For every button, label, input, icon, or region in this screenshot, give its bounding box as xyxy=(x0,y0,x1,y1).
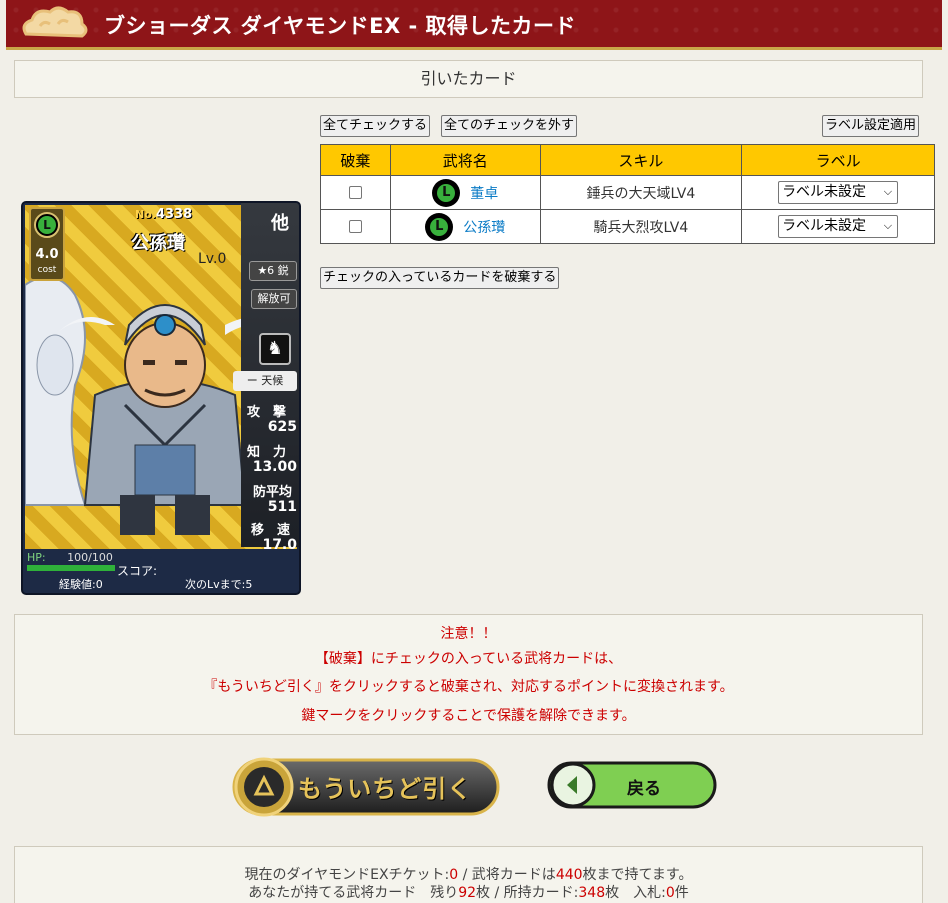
capacity-label: / 武将カードは xyxy=(458,867,556,883)
stat-attack-label: 攻 撃 xyxy=(247,405,287,420)
discard-checked-button[interactable]: チェックの入っているカードを破棄する xyxy=(320,267,560,289)
uncheck-all-button[interactable]: 全てのチェックを外す xyxy=(441,115,578,137)
label-cell: ラベル未設定 ⌵ xyxy=(741,175,935,210)
card-cost-label: cost xyxy=(37,265,57,275)
card-cost: 4.0 xyxy=(35,247,59,262)
stat-speed-label: 移 速 xyxy=(251,523,291,538)
notice-line-3: 鍵マークをクリックすることで保護を解除できます。 xyxy=(301,708,636,724)
skill-cell: 錘兵の大天域LV4 xyxy=(539,175,743,210)
rarity-l-icon: L xyxy=(425,212,454,241)
label-select-value: ラベル未設定 xyxy=(782,184,867,200)
draw-again-button[interactable]: もういちど引く xyxy=(232,756,500,818)
card-score: スコア: xyxy=(117,564,158,578)
bids-label: 枚 入札: xyxy=(605,885,666,901)
header-bar: ブショーダス ダイヤモンドEX - 取得したカード xyxy=(6,0,942,50)
rarity-letter: L xyxy=(437,183,456,202)
header-banner: ブショーダス ダイヤモンドEX - 取得したカード xyxy=(0,0,948,52)
section-title: 引いたカード xyxy=(420,69,517,88)
owned-count: 348 xyxy=(578,885,606,901)
stat-speed-value: 17.0 xyxy=(262,537,297,553)
discard-cell xyxy=(320,209,391,244)
chevron-down-icon: ⌵ xyxy=(883,185,893,198)
label-select-value: ラベル未設定 xyxy=(782,218,867,234)
card-release-badge: 解放可 xyxy=(251,289,297,309)
general-card-image[interactable]: L 4.0 cost No.4338 公孫瓚 Lv.0 他 ★6 鋭 解放可 ♞… xyxy=(21,201,301,595)
draw-again-label: もういちど引く xyxy=(298,775,473,803)
general-name-link[interactable]: 公孫瓚 xyxy=(463,220,505,236)
footer-line-2: あなたが持てる武将カード 残り92枚 / 所持カード:348枚 入札:0件 xyxy=(14,882,923,902)
general-cell: L 公孫瓚 xyxy=(389,209,541,244)
column-header-discard: 破棄 xyxy=(320,144,391,176)
notice-title: 注意！！ xyxy=(440,626,497,642)
discard-checkbox[interactable] xyxy=(348,220,362,233)
notice-line-2: 『もういちど引く』をクリックすると破棄され、対応するポイントに変換されます。 xyxy=(203,679,734,695)
page-title: ブショーダス ダイヤモンドEX - 取得したカード xyxy=(104,14,577,38)
ticket-count: 0 xyxy=(449,867,459,883)
card-number-value: 4338 xyxy=(155,207,193,222)
general-name-link[interactable]: 董卓 xyxy=(470,186,498,202)
card-trait: ー 天候 xyxy=(233,371,297,391)
card-name: 公孫瓚 xyxy=(131,233,185,254)
card-exp: 経験値:0 xyxy=(59,578,103,591)
bids-suffix: 件 xyxy=(674,885,689,901)
capacity-count: 440 xyxy=(555,867,583,883)
card-faction: 他 xyxy=(271,213,289,234)
stat-defense-label: 防平均 xyxy=(253,485,293,500)
card-number-prefix: No. xyxy=(135,208,156,221)
skill-cell: 騎兵大烈攻LV4 xyxy=(539,209,743,244)
stat-attack-value: 625 xyxy=(267,419,297,435)
hp-bar xyxy=(27,565,115,571)
rarity-badge: L 4.0 cost xyxy=(29,207,65,281)
table-row: L 公孫瓚 騎兵大烈攻LV4 ラベル未設定 ⌵ xyxy=(320,209,935,244)
ticket-label: 現在のダイヤモンドEXチケット: xyxy=(244,867,450,883)
notice-line-1: 【破棄】にチェックの入っている武将カードは、 xyxy=(314,651,623,667)
capacity-suffix: 枚まで持てます。 xyxy=(582,867,693,883)
chevron-down-icon: ⌵ xyxy=(883,219,893,232)
label-cell: ラベル未設定 ⌵ xyxy=(741,209,935,244)
discard-checkbox[interactable] xyxy=(348,186,362,199)
table-header-row: 破棄 武将名 スキル ラベル xyxy=(320,144,935,176)
back-button[interactable]: 戻る xyxy=(547,760,717,810)
column-header-label: ラベル xyxy=(741,144,935,176)
hp-label: HP: xyxy=(27,551,46,564)
column-header-general: 武将名 xyxy=(389,144,541,176)
rarity-letter: L xyxy=(38,216,56,234)
apply-label-button[interactable]: ラベル設定適用 xyxy=(822,115,920,137)
bids-count: 0 xyxy=(665,885,675,901)
owned-label: 枚 / 所持カード: xyxy=(476,885,579,901)
footer-line-1: 現在のダイヤモンドEXチケット:0 / 武将カードは440枚まで持てます。 xyxy=(14,864,923,884)
table-row: L 董卓 錘兵の大天域LV4 ラベル未設定 ⌵ xyxy=(320,175,935,210)
stat-intel-value: 13.00 xyxy=(252,459,297,475)
label-select[interactable]: ラベル未設定 ⌵ xyxy=(778,181,899,204)
discard-cell xyxy=(320,175,391,210)
cloud-icon xyxy=(22,6,88,38)
rarity-letter: L xyxy=(430,217,449,236)
column-header-skill: スキル xyxy=(539,144,743,176)
general-cell: L 董卓 xyxy=(389,175,541,210)
check-all-button[interactable]: 全てチェックする xyxy=(320,115,431,137)
card-next-level: 次のLvまで:5 xyxy=(185,578,253,591)
card-level: Lv.0 xyxy=(198,251,227,267)
remaining-count: 92 xyxy=(458,885,477,901)
drawn-cards-table: 破棄 武将名 スキル ラベル L 董卓 錘兵の大天域LV4 ラベル未設定 ⌵ L 公孫… xyxy=(320,144,935,244)
rarity-l-icon: L xyxy=(432,178,461,207)
hp-value: 100/100 xyxy=(67,551,113,564)
card-number: No.4338 xyxy=(135,207,192,222)
card-stars: ★6 鋭 xyxy=(249,261,297,281)
label-select[interactable]: ラベル未設定 ⌵ xyxy=(778,215,899,238)
remaining-label: あなたが持てる武将カード 残り xyxy=(248,885,459,901)
horse-icon: ♞ xyxy=(259,333,291,365)
stat-defense-value: 511 xyxy=(267,499,297,515)
back-label: 戻る xyxy=(627,779,661,799)
stat-intel-label: 知 力 xyxy=(247,445,287,460)
